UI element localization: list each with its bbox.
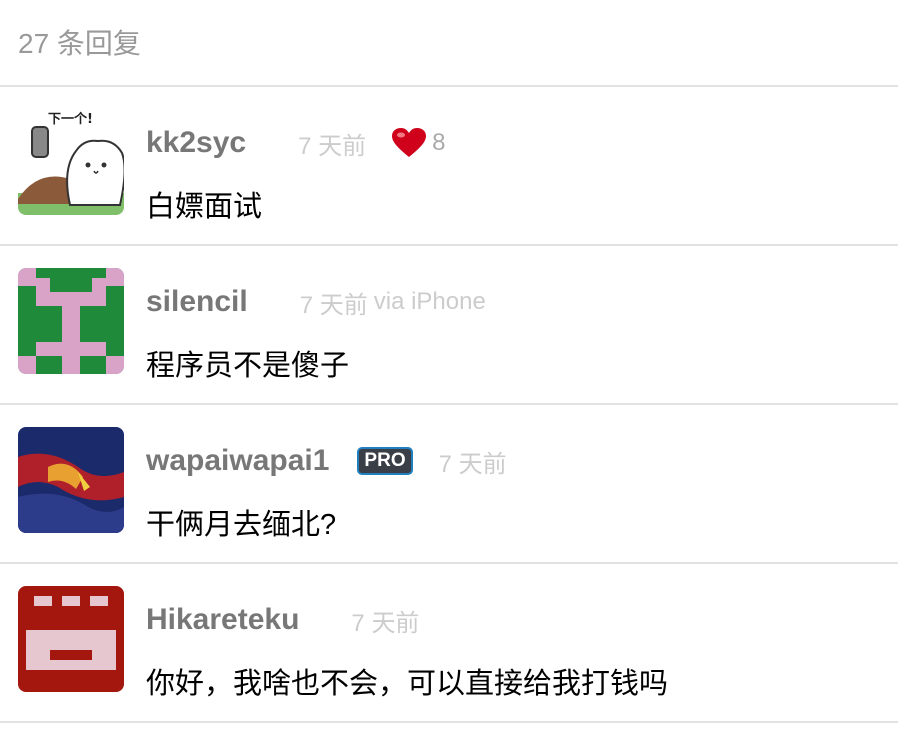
avatar-rabbit-image: 下一个!	[18, 109, 124, 215]
reply-time: 7 天前	[438, 450, 507, 478]
reply-item: 下一个! kk2syc 7 天前 8 白嫖面试	[0, 87, 898, 246]
reply-meta: kk2syc 7 天前 8	[146, 123, 445, 163]
reply-time: 7 天前	[351, 609, 420, 637]
avatar[interactable]	[18, 427, 124, 533]
thanks-count: 8	[432, 129, 446, 156]
reply-meta: silencil 7 天前 via iPhone	[146, 282, 486, 322]
reply-count: 27 条回复	[18, 28, 141, 59]
heart-icon	[392, 128, 427, 158]
reply-content: 程序员不是傻子	[146, 350, 350, 382]
reply-content: 干俩月去缅北?	[146, 509, 337, 541]
avatar[interactable]	[18, 586, 124, 692]
reply-content: 你好，我啥也不会，可以直接给我打钱吗	[146, 668, 669, 700]
avatar-pixel-pattern	[18, 268, 124, 374]
username-link[interactable]: silencil	[146, 285, 248, 319]
reply-item: silencil 7 天前 via iPhone 程序员不是傻子	[0, 246, 898, 405]
avatar-pixel-pattern	[18, 586, 124, 692]
avatar[interactable]: 下一个!	[18, 109, 124, 215]
reply-item: Hikareteku 7 天前 你好，我啥也不会，可以直接给我打钱吗	[0, 564, 898, 723]
reply-time: 7 天前	[298, 132, 367, 160]
pro-badge: PRO	[357, 447, 413, 475]
reply-meta: wapaiwapai1 PRO 7 天前	[146, 441, 507, 481]
reply-meta: Hikareteku 7 天前	[146, 600, 419, 640]
reply-item: wapaiwapai1 PRO 7 天前 干俩月去缅北?	[0, 405, 898, 564]
avatar[interactable]	[18, 268, 124, 374]
avatar-caption: 下一个!	[48, 111, 93, 127]
username-link[interactable]: kk2syc	[146, 126, 246, 160]
reply-time: 7 天前	[299, 291, 368, 319]
username-link[interactable]: wapaiwapai1	[146, 444, 329, 478]
username-link[interactable]: Hikareteku	[146, 603, 299, 637]
avatar-abstract-image	[18, 427, 124, 533]
reply-content: 白嫖面试	[146, 191, 263, 223]
reply-count-header: 27 条回复	[0, 0, 898, 87]
reply-via: via iPhone	[373, 288, 486, 315]
